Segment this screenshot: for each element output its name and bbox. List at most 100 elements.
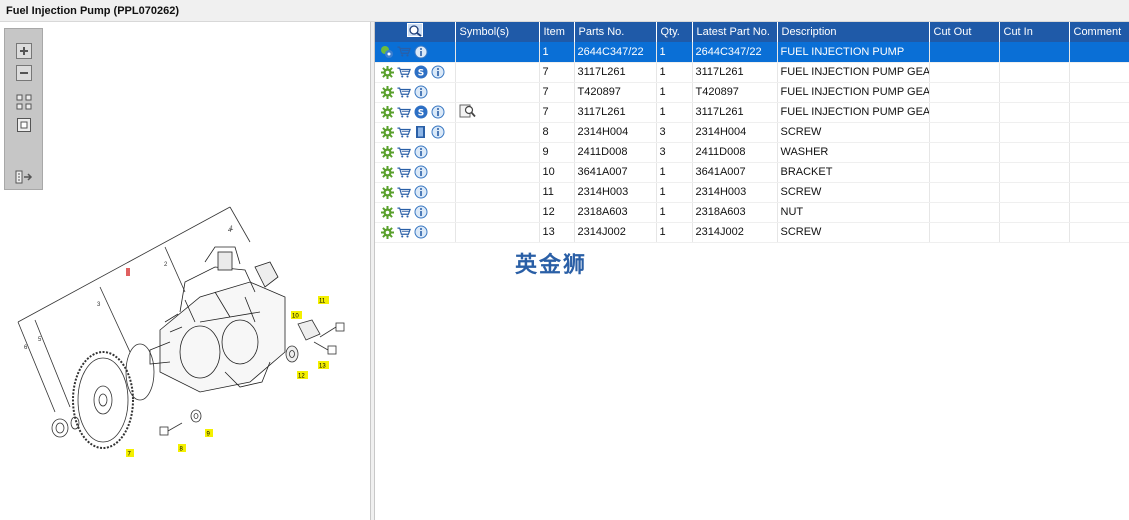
column-header-qty[interactable]: Qty. <box>656 22 693 42</box>
part-number-cell: 2314J002 <box>574 222 657 243</box>
s-badge-icon[interactable]: S <box>414 65 428 79</box>
cart-icon[interactable] <box>397 65 411 79</box>
info-icon[interactable] <box>414 145 428 159</box>
cut-in-cell <box>999 42 1070 63</box>
gear-icon[interactable] <box>380 205 394 219</box>
screw-13 <box>313 341 337 355</box>
gear-icon[interactable] <box>380 85 394 99</box>
gear-icon[interactable] <box>380 105 394 119</box>
table-row[interactable]: 9 2411D008 3 2411D008 WASHER <box>375 142 1129 163</box>
part-number-cell: 2411D008 <box>574 142 657 163</box>
table-row[interactable]: S 7 3117L261 1 3117L261 FUEL INJECTION PUMP G… <box>375 62 1129 83</box>
cart-icon[interactable] <box>397 45 411 59</box>
item-cell: 8 <box>539 122 575 143</box>
latest-part-cell: 2314H004 <box>692 122 778 143</box>
window-title-bar: Fuel Injection Pump (PPL070262) <box>0 0 1129 22</box>
export-icon[interactable] <box>14 167 33 186</box>
column-header-icons[interactable] <box>375 22 456 42</box>
item-cell: 13 <box>539 222 575 243</box>
cart-icon[interactable] <box>397 85 411 99</box>
gear-icon[interactable] <box>380 185 394 199</box>
cart-icon[interactable] <box>397 165 411 179</box>
s-badge-icon[interactable]: S <box>414 105 428 119</box>
info-icon[interactable] <box>431 125 445 139</box>
info-icon[interactable] <box>414 45 428 59</box>
cart-icon[interactable] <box>397 185 411 199</box>
latest-part-cell: 2318A603 <box>692 202 778 223</box>
cut-out-cell <box>929 202 1000 223</box>
description-cell: NUT <box>777 202 930 223</box>
comment-cell <box>1069 142 1129 163</box>
cut-in-cell <box>999 122 1070 143</box>
table-row[interactable]: 11 2314H003 1 2314H003 SCREW <box>375 182 1129 203</box>
column-header-description[interactable]: Description <box>777 22 930 42</box>
row-action-icons <box>375 42 456 63</box>
magnifier-doc-icon[interactable] <box>459 104 477 118</box>
view-toolbar <box>4 28 43 190</box>
info-icon[interactable] <box>414 85 428 99</box>
table-row[interactable]: 1 2644C347/22 1 2644C347/22 FUEL INJECTION P… <box>375 42 1129 63</box>
column-header-item[interactable]: Item <box>539 22 575 42</box>
assembly-icon[interactable] <box>380 45 394 59</box>
fit-all-icon[interactable] <box>14 92 33 111</box>
cut-out-cell <box>929 82 1000 103</box>
illustration-pane[interactable]: 1 2 3 4 5 6 7 8 9 10 11 12 13 <box>0 22 371 520</box>
zoom-out-icon[interactable] <box>14 63 33 82</box>
gear-icon[interactable] <box>380 225 394 239</box>
comment-cell <box>1069 102 1129 123</box>
svg-text:S: S <box>418 69 424 79</box>
table-row[interactable]: 8 2314H004 3 2314H004 SCREW <box>375 122 1129 143</box>
info-icon[interactable] <box>414 165 428 179</box>
book-icon[interactable] <box>414 125 428 139</box>
cart-icon[interactable] <box>397 125 411 139</box>
column-header-cut-in[interactable]: Cut In <box>999 22 1070 42</box>
qty-cell: 1 <box>656 182 693 203</box>
comment-cell <box>1069 62 1129 83</box>
table-row[interactable]: 13 2314J002 1 2314J002 SCREW <box>375 222 1129 243</box>
fit-window-icon[interactable] <box>14 115 33 134</box>
zoom-in-icon[interactable] <box>14 41 33 60</box>
qty-cell: 3 <box>656 142 693 163</box>
find-parts-icon[interactable] <box>406 23 423 41</box>
gear-icon[interactable] <box>380 65 394 79</box>
table-row[interactable]: 10 3641A007 1 3641A007 BRACKET <box>375 162 1129 183</box>
callout-2: 2 <box>164 262 168 268</box>
item-cell: 9 <box>539 142 575 163</box>
row-action-icons <box>375 142 456 163</box>
info-icon[interactable] <box>431 65 445 79</box>
cart-icon[interactable] <box>397 145 411 159</box>
table-row[interactable]: S 7 3117L261 1 3117L261 FUEL INJECTION PUMP G… <box>375 102 1129 123</box>
cut-in-cell <box>999 202 1070 223</box>
qty-cell: 1 <box>656 62 693 83</box>
gear-icon[interactable] <box>380 125 394 139</box>
row-action-icons: S <box>375 62 456 83</box>
column-header-latest-part[interactable]: Latest Part No. <box>692 22 778 42</box>
callout-10: 10 <box>292 314 299 320</box>
part-number-cell: T420897 <box>574 82 657 103</box>
cut-in-cell <box>999 222 1070 243</box>
gear-icon[interactable] <box>380 145 394 159</box>
info-icon[interactable] <box>414 185 428 199</box>
symbol-cell <box>455 182 540 203</box>
column-header-comment[interactable]: Comment <box>1069 22 1129 42</box>
column-header-cut-out[interactable]: Cut Out <box>929 22 1000 42</box>
item-cell: 12 <box>539 202 575 223</box>
cart-icon[interactable] <box>397 205 411 219</box>
qty-cell: 1 <box>656 42 693 63</box>
cart-icon[interactable] <box>397 105 411 119</box>
table-row[interactable]: 7 T420897 1 T420897 FUEL INJECTION PUMP GEAR <box>375 82 1129 103</box>
info-icon[interactable] <box>414 205 428 219</box>
row-action-icons <box>375 182 456 203</box>
callout-3: 3 <box>97 302 101 308</box>
column-header-symbols[interactable]: Symbol(s) <box>455 22 540 42</box>
svg-text:S: S <box>418 109 424 119</box>
exploded-parts-diagram[interactable]: 1 2 3 4 5 6 7 8 9 10 11 12 13 <box>0 202 360 472</box>
cut-in-cell <box>999 142 1070 163</box>
info-icon[interactable] <box>431 105 445 119</box>
gear-icon[interactable] <box>380 165 394 179</box>
column-header-parts-no[interactable]: Parts No. <box>574 22 657 42</box>
cart-icon[interactable] <box>397 225 411 239</box>
latest-part-cell: T420897 <box>692 82 778 103</box>
table-row[interactable]: 12 2318A603 1 2318A603 NUT <box>375 202 1129 223</box>
info-icon[interactable] <box>414 225 428 239</box>
